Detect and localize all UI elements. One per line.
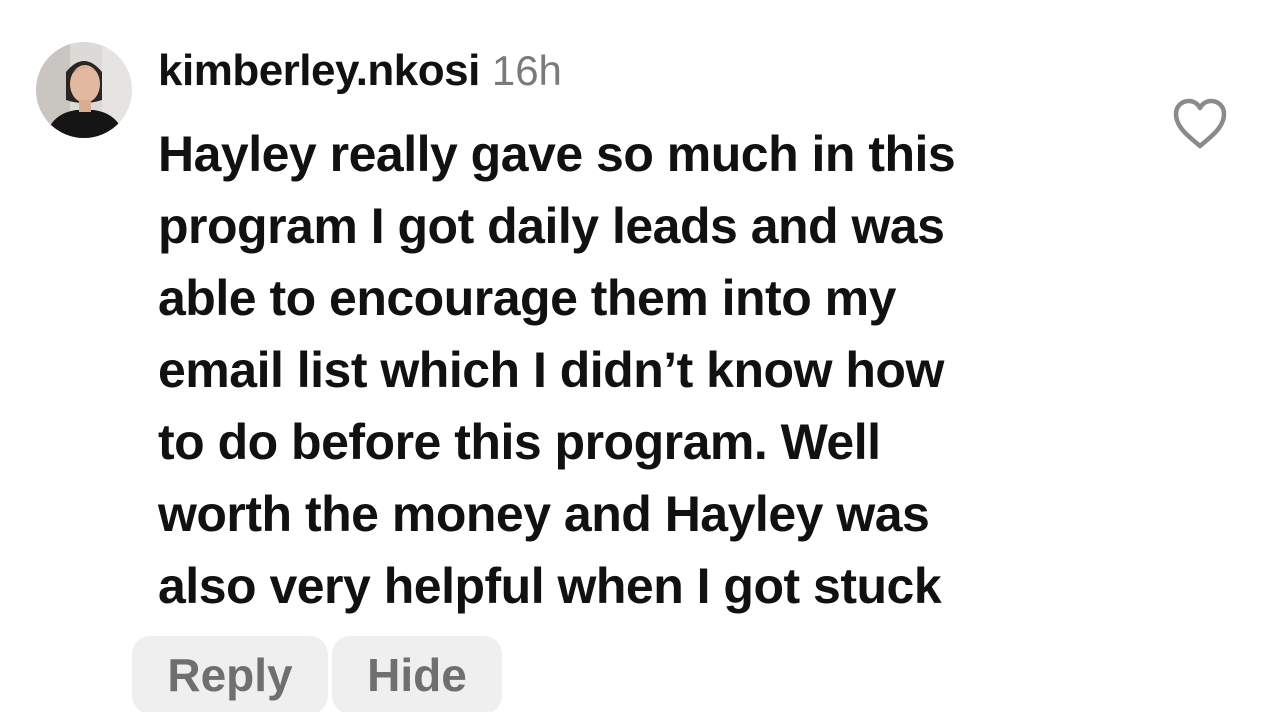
avatar[interactable] [36, 42, 132, 138]
profile-photo [36, 42, 132, 138]
comment-line: email list which I didn’t know how [158, 342, 944, 398]
comment-line: to do before this program. Well [158, 414, 881, 470]
heart-outline-icon [1173, 98, 1227, 149]
timestamp: 16h [491, 47, 562, 94]
comment-line: able to encourage them into my [158, 270, 896, 326]
comment-line: worth the money and Hayley was [158, 486, 930, 542]
comment-line: also very helpful when I got stuck [158, 558, 942, 614]
reply-button[interactable]: Reply [132, 636, 328, 712]
comment-text: Hayley really gave so much in this progr… [158, 118, 1138, 622]
comment-header: kimberley.nkosi 16h [158, 46, 562, 106]
hide-button[interactable]: Hide [332, 636, 502, 712]
like-button[interactable] [1170, 96, 1230, 152]
comment-line: Hayley really gave so much in this [158, 126, 956, 182]
username[interactable]: kimberley.nkosi [158, 46, 480, 96]
comment-line: program I got daily leads and was [158, 198, 945, 254]
